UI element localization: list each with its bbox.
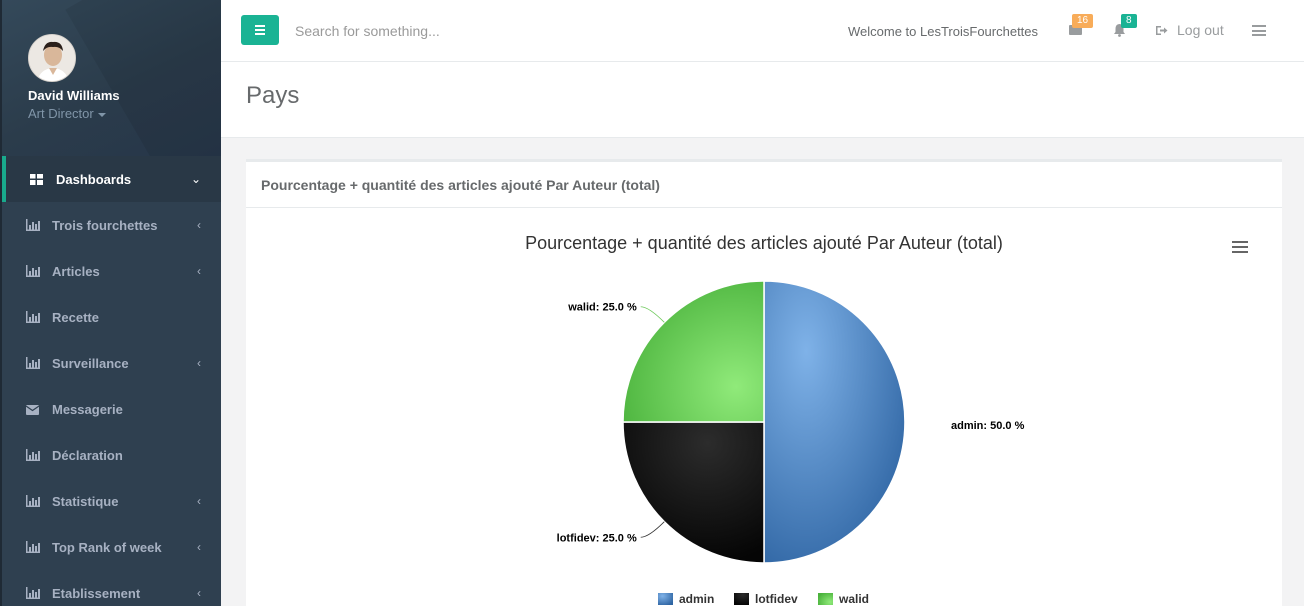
sidebar-item-label: Déclaration — [52, 447, 123, 463]
sidebar-item-label: Top Rank of week — [52, 539, 162, 555]
chevron-left-icon: ‹ — [197, 494, 201, 508]
data-label-lotfidev: lotfidev: 25.0 % — [557, 532, 637, 544]
chevron-left-icon: ‹ — [197, 586, 201, 600]
sidebar-item-messagerie[interactable]: Messagerie — [2, 386, 221, 432]
envelope-icon — [26, 403, 40, 415]
grid-icon — [30, 173, 44, 185]
sidebar-nav: Dashboards ⌄ Trois fourchettes ‹ Articles ‹ Re… — [2, 156, 221, 606]
legend-label-walid: walid — [838, 592, 869, 606]
search-input[interactable] — [295, 20, 595, 42]
menu-toggle-button[interactable] — [241, 15, 279, 45]
sidebar-item-label: Dashboards — [56, 171, 132, 187]
data-label-walid: walid: 25.0 % — [567, 302, 637, 314]
logout-link[interactable]: Log out — [1155, 22, 1224, 38]
bar-chart-icon — [26, 495, 40, 507]
sign-out-icon — [1156, 25, 1168, 35]
top-navbar: Welcome to LesTroisFourchettes 16 8 Log … — [221, 0, 1304, 62]
page-title: Pays — [246, 82, 300, 109]
pie-slice-admin[interactable] — [763, 280, 906, 564]
profile-role: Art Director — [28, 106, 94, 121]
notifications-count-badge: 8 — [1121, 14, 1137, 28]
sidebar-item-etablissement[interactable]: Etablissement ‹ — [2, 570, 221, 606]
sidebar-item-top-rank-of-week[interactable]: Top Rank of week ‹ — [2, 524, 221, 570]
bar-chart-icon — [26, 587, 40, 599]
sidebar-item-trois-fourchettes[interactable]: Trois fourchettes ‹ — [2, 202, 221, 248]
sidebar-item-label: Statistique — [52, 493, 119, 509]
sidebar-item-articles[interactable]: Articles ‹ — [2, 248, 221, 294]
legend-swatch-admin — [658, 593, 673, 605]
chevron-left-icon: ‹ — [197, 218, 201, 232]
sidebar-item-statistique[interactable]: Statistique ‹ — [2, 478, 221, 524]
sidebar-item-label: Etablissement — [52, 585, 141, 601]
profile-block: David Williams Art Director — [2, 0, 221, 156]
legend-label-lotfidev: lotfidev — [755, 592, 798, 606]
messages-count-badge: 16 — [1072, 14, 1094, 28]
chevron-left-icon: ‹ — [197, 356, 201, 370]
legend-item-admin[interactable]: admin — [658, 592, 714, 606]
legend-label-admin: admin — [679, 592, 714, 606]
label-connector-lotfidev — [640, 521, 665, 538]
bar-chart-icon — [26, 449, 40, 461]
bar-chart-icon — [26, 357, 40, 369]
sidebar: David Williams Art Director Dashboards ⌄ T… — [0, 0, 221, 606]
data-label-admin: admin: 50.0 % — [951, 420, 1025, 432]
chevron-left-icon: ‹ — [197, 540, 201, 554]
logout-label: Log out — [1177, 22, 1224, 38]
sidebar-item-dashboards[interactable]: Dashboards ⌄ — [2, 156, 221, 202]
profile-role-dropdown[interactable]: Art Director — [28, 106, 221, 121]
sidebar-item-label: Trois fourchettes — [52, 217, 158, 233]
legend-swatch-lotfidev — [734, 593, 749, 605]
sidebar-item-label: Articles — [52, 263, 100, 279]
sidebar-item-recette[interactable]: Recette — [2, 294, 221, 340]
sidebar-item-label: Messagerie — [52, 401, 123, 417]
panel-title: Pourcentage + quantité des articles ajou… — [246, 162, 1282, 208]
chart-menu-icon[interactable] — [1232, 241, 1248, 253]
pie-slice-lotfidev[interactable] — [622, 421, 765, 564]
chart-title: Pourcentage + quantité des articles ajou… — [525, 233, 1003, 253]
bar-chart-icon — [26, 311, 40, 323]
chart-area: Pourcentage + quantité des articles ajou… — [246, 211, 1282, 606]
bar-chart-icon — [26, 219, 40, 231]
page-heading: Pays — [221, 62, 1304, 138]
sidebar-item-surveillance[interactable]: Surveillance ‹ — [2, 340, 221, 386]
profile-name[interactable]: David Williams — [28, 88, 221, 103]
sidebar-item-label: Recette — [52, 309, 99, 325]
welcome-text: Welcome to LesTroisFourchettes — [848, 24, 1039, 39]
sidebar-item-d-claration[interactable]: Déclaration — [2, 432, 221, 478]
caret-down-icon — [97, 112, 106, 117]
chevron-left-icon: ‹ — [197, 264, 201, 278]
sidebar-item-label: Surveillance — [52, 355, 129, 371]
right-sidebar-toggle-icon[interactable] — [1252, 25, 1266, 36]
chevron-down-icon: ⌄ — [190, 172, 201, 186]
bar-chart-icon — [26, 265, 40, 277]
bar-chart-icon — [26, 541, 40, 553]
legend-swatch-walid — [818, 593, 833, 605]
legend-item-lotfidev[interactable]: lotfidev — [734, 592, 798, 606]
label-connector-walid — [640, 306, 665, 323]
avatar[interactable] — [28, 34, 76, 82]
pie-chart: Pourcentage + quantité des articles ajou… — [525, 233, 1025, 606]
legend-item-walid[interactable]: walid — [818, 592, 869, 606]
chart-panel: Pourcentage + quantité des articles ajou… — [246, 159, 1282, 606]
pie-slice-walid[interactable] — [622, 280, 765, 423]
